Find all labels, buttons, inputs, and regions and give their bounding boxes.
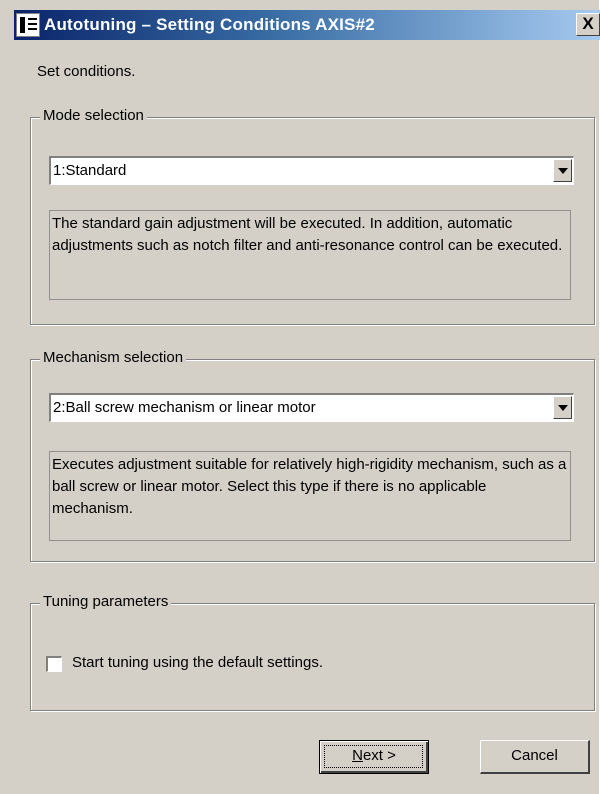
close-icon: X bbox=[582, 14, 594, 33]
mechanism-select-value: 2:Ball screw mechanism or linear motor bbox=[53, 399, 316, 416]
mode-description: The standard gain adjustment will be exe… bbox=[49, 210, 571, 300]
mechanism-selection-legend: Mechanism selection bbox=[40, 349, 187, 366]
mode-select[interactable]: 1:Standard bbox=[49, 156, 574, 185]
mode-selection-group: Mode selection 1:Standard The standard g… bbox=[30, 107, 595, 325]
next-button[interactable]: Next > bbox=[319, 740, 429, 774]
window-title: Autotuning – Setting Conditions AXIS#2 bbox=[44, 15, 375, 34]
close-button[interactable]: X bbox=[576, 13, 600, 36]
prompt-text: Set conditions. bbox=[37, 63, 136, 80]
default-settings-checkbox[interactable] bbox=[46, 656, 62, 672]
mechanism-description: Executes adjustment suitable for relativ… bbox=[49, 451, 571, 541]
title-bar[interactable]: Autotuning – Setting Conditions AXIS#2 X bbox=[14, 10, 600, 40]
mode-selection-legend: Mode selection bbox=[40, 107, 147, 124]
default-settings-label[interactable]: Start tuning using the default settings. bbox=[72, 654, 323, 671]
dialog-window: Autotuning – Setting Conditions AXIS#2 X… bbox=[0, 0, 600, 794]
mechanism-selection-group: Mechanism selection 2:Ball screw mechani… bbox=[30, 349, 595, 562]
tuning-parameters-legend: Tuning parameters bbox=[40, 593, 172, 610]
mode-select-value: 1:Standard bbox=[53, 162, 127, 179]
cancel-button[interactable]: Cancel bbox=[480, 740, 590, 774]
mode-dropdown-button[interactable] bbox=[553, 159, 572, 182]
cancel-button-label: Cancel bbox=[511, 747, 558, 764]
tuning-parameters-group: Tuning parameters Start tuning using the… bbox=[30, 593, 595, 711]
dropdown-arrow-icon bbox=[558, 168, 568, 174]
mechanism-select[interactable]: 2:Ball screw mechanism or linear motor bbox=[49, 393, 574, 422]
app-icon bbox=[16, 13, 40, 37]
mechanism-dropdown-button[interactable] bbox=[553, 396, 572, 419]
focus-rectangle bbox=[324, 745, 423, 768]
dropdown-arrow-icon bbox=[558, 405, 568, 411]
